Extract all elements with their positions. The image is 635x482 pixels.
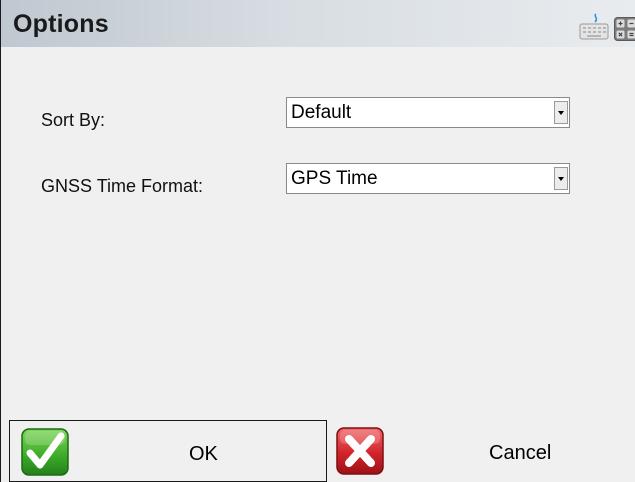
ok-button-label: OK [189, 443, 218, 465]
keyboard-icon[interactable] [579, 12, 609, 42]
gnss-time-format-value: GPS Time [291, 168, 378, 189]
sort-by-value: Default [291, 102, 352, 123]
title-bar: Options [1, 0, 635, 47]
chevron-down-icon[interactable] [554, 167, 568, 190]
cancel-button-label: Cancel [489, 442, 552, 464]
x-close-icon [335, 426, 385, 476]
ok-button[interactable]: OK [9, 420, 327, 482]
sort-by-label: Sort By: [41, 110, 106, 130]
options-window: Options Sort By: Default GNSS Time Forma… [0, 0, 635, 482]
calculator-icon[interactable] [614, 17, 635, 41]
checkmark-icon [20, 427, 70, 477]
dialog-footer: OK Cancel [1, 420, 635, 482]
page-title: Options [13, 10, 109, 38]
chevron-down-icon[interactable] [554, 101, 568, 124]
cancel-button[interactable]: Cancel [327, 420, 635, 482]
sort-by-dropdown[interactable]: Default [286, 97, 570, 128]
gnss-time-format-dropdown[interactable]: GPS Time [286, 163, 570, 194]
gnss-time-format-label: GNSS Time Format: [41, 176, 204, 196]
